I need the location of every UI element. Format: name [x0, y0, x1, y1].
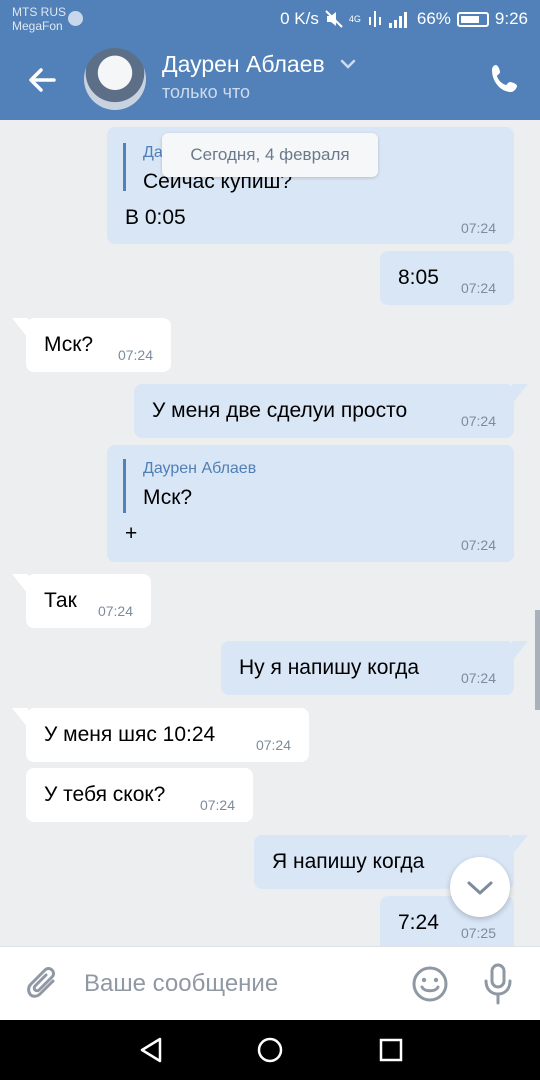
system-navigation-bar	[0, 1020, 540, 1080]
date-separator: Сегодня, 4 февраля	[162, 133, 378, 177]
message-time: 07:24	[460, 413, 496, 429]
avatar[interactable]	[84, 48, 146, 110]
message-time: 07:24	[460, 280, 496, 296]
message-time: 07:24	[460, 537, 496, 553]
message-bubble-incoming[interactable]: Мск? 07:24	[12, 318, 171, 372]
quote-text: Мск?	[143, 486, 193, 509]
message-composer	[0, 946, 540, 1020]
message-time: 07:24	[460, 220, 496, 236]
message-time: 07:24	[460, 670, 496, 686]
message-text: 8:05	[398, 266, 439, 289]
nav-home-icon[interactable]	[256, 1036, 284, 1064]
status-bar: MTS RUS MegaFon 0 K/s 4G 66% 9:26	[0, 0, 540, 38]
quote-bar	[123, 143, 126, 191]
scroll-down-chevron-icon	[467, 881, 493, 895]
globe-icon	[68, 11, 83, 26]
mute-icon	[325, 10, 343, 28]
message-text: У меня шяс 10:24	[44, 723, 216, 746]
message-time: 07:25	[460, 925, 496, 941]
message-text: В 0:05	[125, 206, 186, 229]
quote-author: Да	[143, 144, 163, 161]
quote-author: Даурен Аблаев	[143, 460, 257, 477]
network-speed: 0 K/s	[280, 9, 319, 28]
message-text: Так	[44, 589, 77, 612]
signal-icon	[368, 11, 381, 27]
carrier-1: MTS RUS	[12, 5, 66, 19]
message-bubble-outgoing[interactable]: У меня две сделуи просто 07:24	[134, 384, 528, 438]
message-text: У тебя скок?	[44, 783, 166, 806]
network-type: 4G	[348, 13, 361, 24]
message-bubble-outgoing[interactable]: Даурен Аблаев Мск? + 07:24	[107, 445, 514, 562]
nav-back-icon[interactable]	[138, 1036, 164, 1064]
message-text: 7:24	[398, 911, 439, 934]
phone-icon[interactable]	[490, 62, 520, 94]
message-time: 07:24	[117, 347, 153, 363]
message-bubble-incoming[interactable]: У тебя скок? 07:24	[26, 768, 253, 822]
message-bubble-incoming[interactable]: Так 07:24	[12, 574, 151, 628]
message-bubble-incoming[interactable]: У меня шяс 10:24 07:24	[12, 708, 309, 762]
message-list[interactable]: Да Сеичас купиш? В 0:05 07:24 Сегодня, 4…	[0, 120, 540, 946]
message-text: Ну я напишу когда	[239, 656, 420, 679]
message-input[interactable]	[84, 964, 384, 1004]
scrollbar[interactable]	[535, 610, 540, 710]
contact-name[interactable]: Даурен Аблаев	[162, 50, 325, 78]
clock: 9:26	[494, 9, 528, 28]
message-time: 07:24	[199, 797, 235, 813]
smile-icon[interactable]	[411, 965, 449, 1003]
message-text: Я напишу когда	[272, 850, 425, 873]
quote-bar	[123, 459, 126, 513]
status-indicators: 0 K/s 4G 66% 9:26	[280, 8, 528, 30]
message-time: 07:24	[255, 737, 291, 753]
message-text: У меня две сделуи просто	[152, 399, 408, 422]
message-text: Мск?	[44, 333, 94, 356]
scroll-to-bottom-button[interactable]	[450, 857, 510, 917]
nav-recents-icon[interactable]	[378, 1037, 404, 1063]
carrier-names: MTS RUS MegaFon	[12, 5, 66, 33]
message-bubble-outgoing[interactable]: 8:05 07:24	[380, 251, 514, 305]
message-text: +	[125, 522, 138, 545]
contact-status: только что	[162, 82, 251, 102]
message-bubble-outgoing[interactable]: Ну я напишу когда 07:24	[221, 641, 528, 695]
microphone-icon[interactable]	[482, 963, 514, 1005]
battery-percent: 66%	[416, 9, 451, 28]
cell-signal-icon	[388, 12, 407, 28]
paperclip-icon[interactable]	[25, 965, 61, 1003]
message-time: 07:24	[97, 603, 133, 619]
chevron-down-icon[interactable]	[340, 58, 356, 70]
carrier-2: MegaFon	[12, 19, 63, 33]
chat-header: Даурен Аблаев только что	[0, 38, 540, 120]
battery-icon	[456, 11, 489, 27]
back-arrow-icon[interactable]	[22, 60, 62, 100]
